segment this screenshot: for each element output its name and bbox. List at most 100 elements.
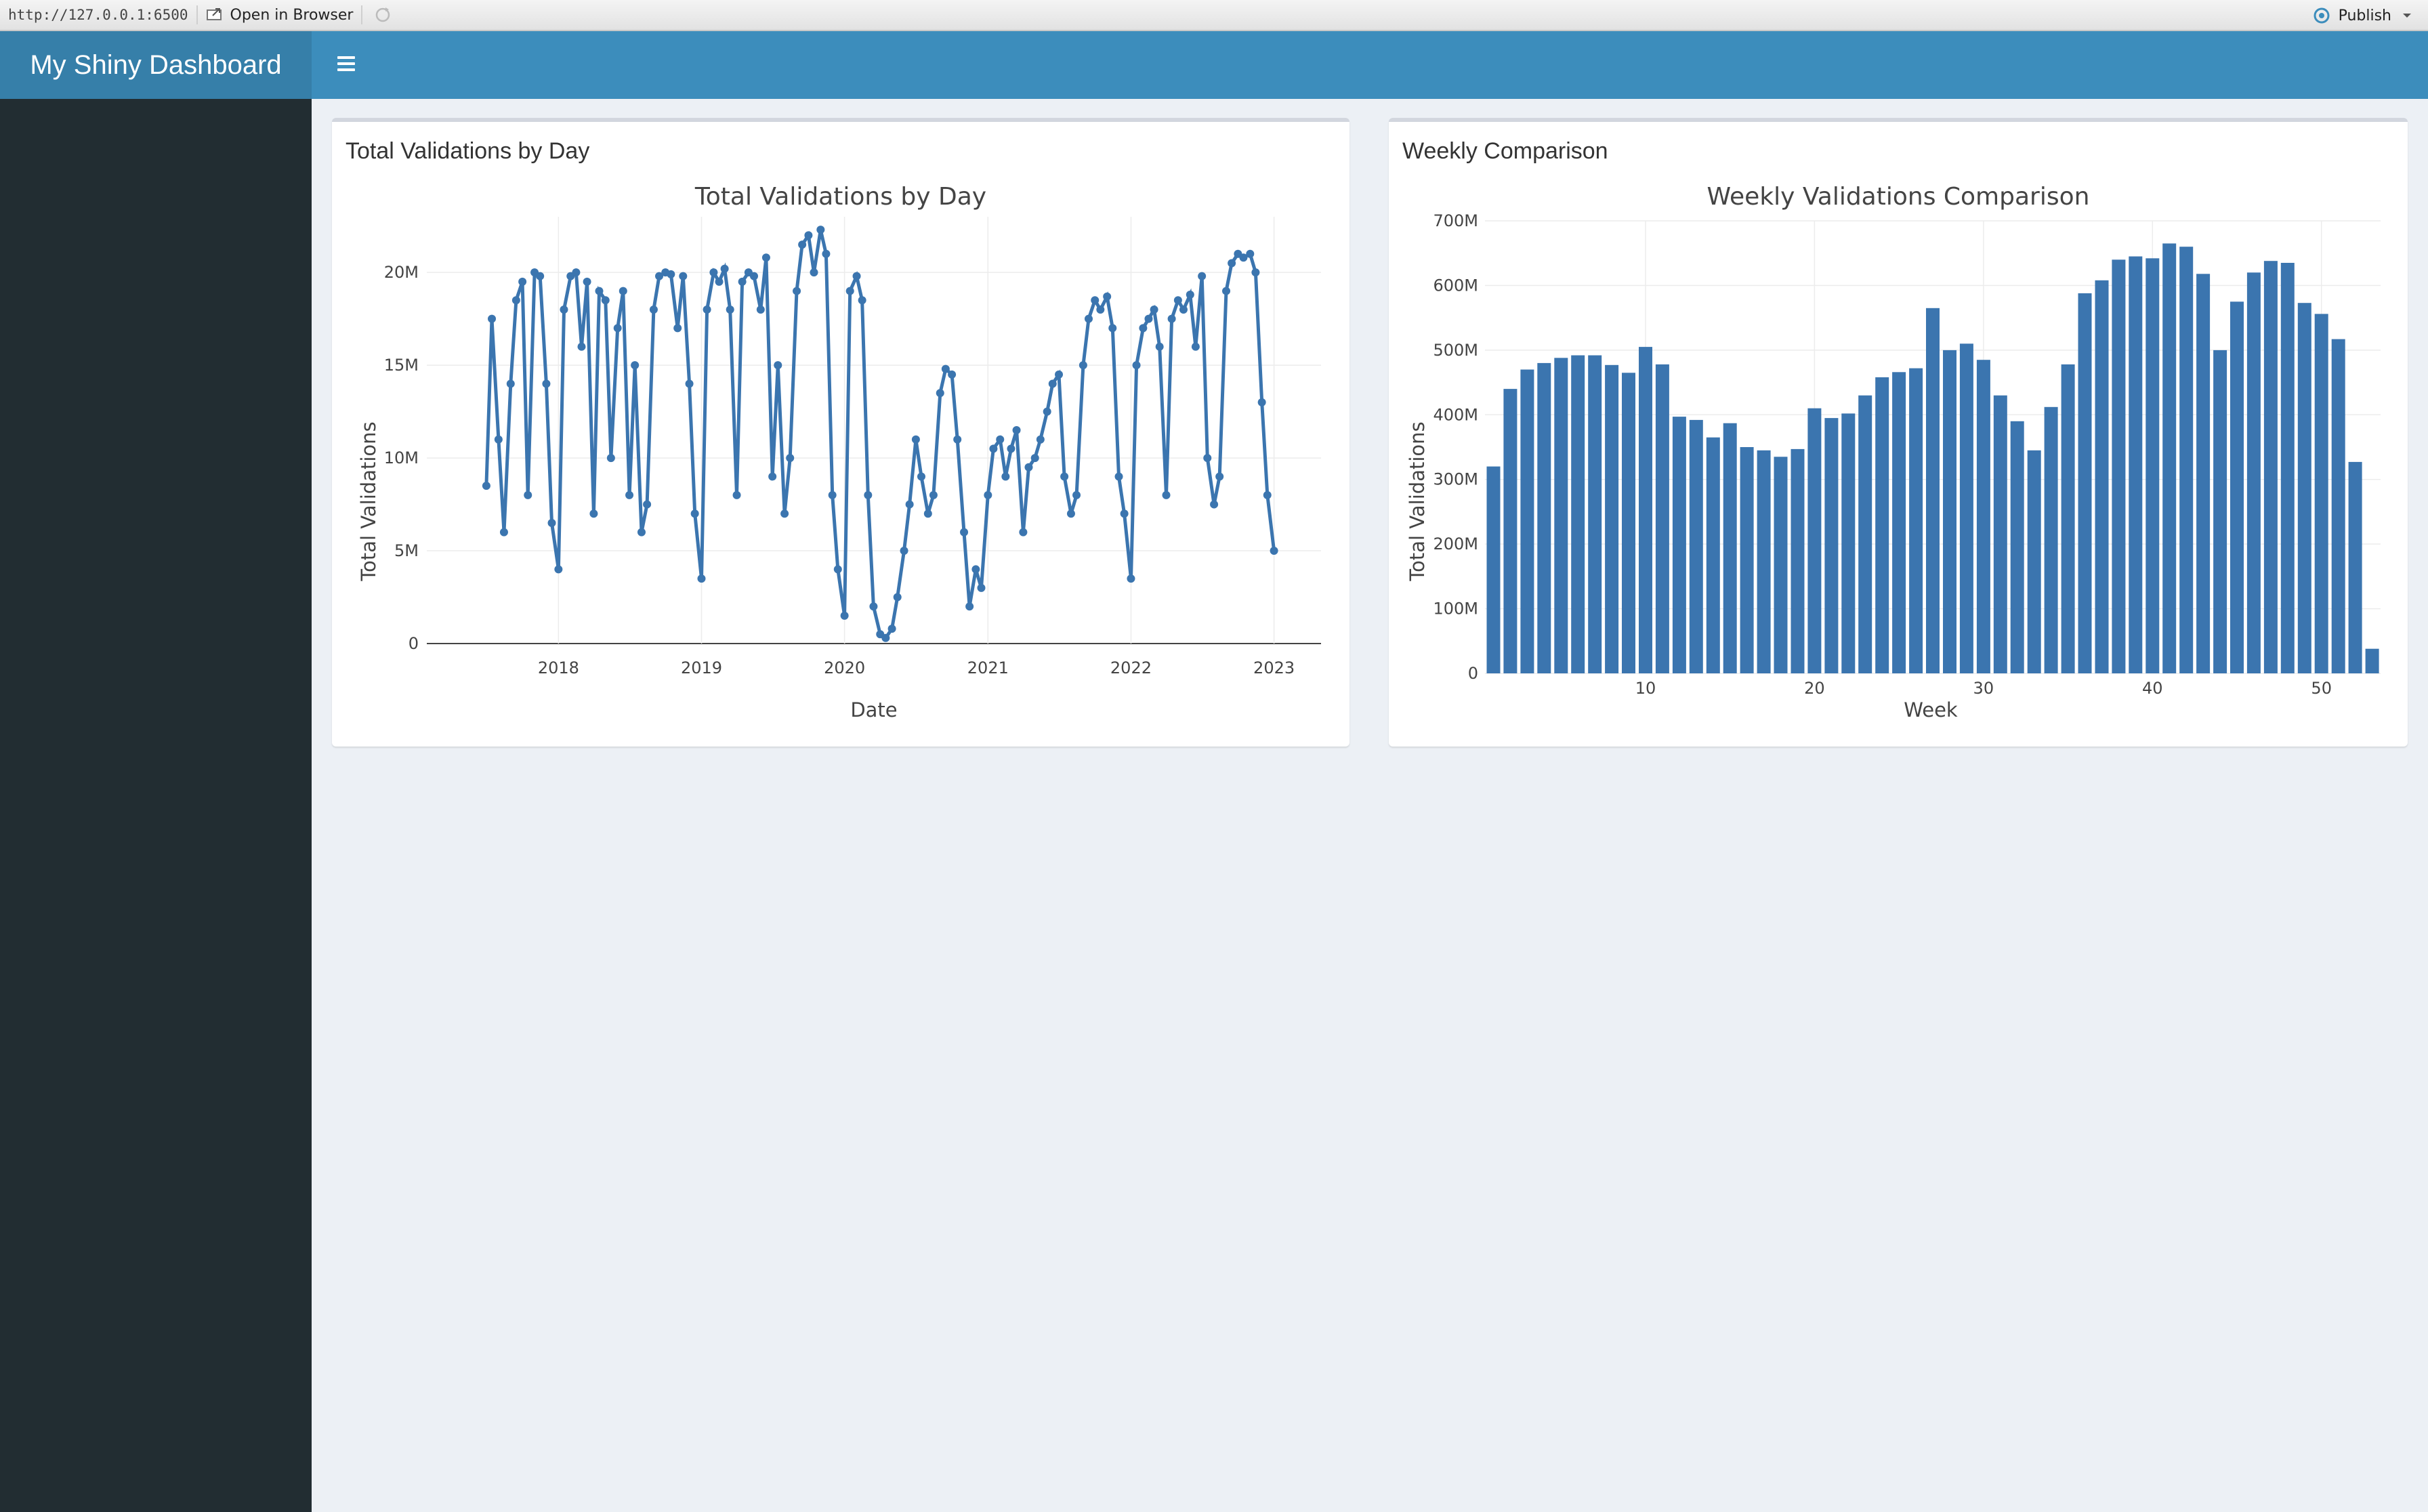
data-point[interactable] <box>1007 444 1016 453</box>
data-point[interactable] <box>726 305 734 314</box>
data-point[interactable] <box>798 240 807 249</box>
bar[interactable] <box>1774 457 1788 673</box>
data-point[interactable] <box>948 370 957 379</box>
bar[interactable] <box>1588 355 1602 674</box>
data-point[interactable] <box>1036 435 1045 444</box>
data-point[interactable] <box>1072 490 1081 499</box>
bar[interactable] <box>2010 421 2024 673</box>
data-point[interactable] <box>673 324 682 333</box>
data-point[interactable] <box>804 231 813 240</box>
data-point[interactable] <box>761 253 770 262</box>
data-point[interactable] <box>643 500 652 509</box>
data-point[interactable] <box>1257 398 1266 406</box>
data-point[interactable] <box>1079 361 1087 370</box>
data-point[interactable] <box>1186 291 1194 299</box>
data-point[interactable] <box>1215 472 1224 481</box>
data-point[interactable] <box>941 364 950 373</box>
data-point[interactable] <box>506 379 515 388</box>
bar[interactable] <box>1892 372 1906 673</box>
bar[interactable] <box>2044 406 2058 673</box>
data-point[interactable] <box>816 226 825 234</box>
bar[interactable] <box>1672 417 1686 673</box>
data-point[interactable] <box>1084 314 1093 323</box>
data-point[interactable] <box>649 305 658 314</box>
data-point[interactable] <box>1108 324 1117 333</box>
data-point[interactable] <box>840 611 849 620</box>
data-point[interactable] <box>852 272 861 280</box>
data-point[interactable] <box>1263 490 1272 499</box>
data-point[interactable] <box>488 314 497 323</box>
bar[interactable] <box>1959 343 1973 673</box>
data-point[interactable] <box>768 472 777 481</box>
data-point[interactable] <box>720 264 729 273</box>
data-point[interactable] <box>667 270 675 278</box>
data-point[interactable] <box>1150 305 1158 314</box>
data-point[interactable] <box>1139 324 1148 333</box>
bar[interactable] <box>1689 419 1703 673</box>
data-point[interactable] <box>572 268 581 277</box>
data-point[interactable] <box>929 490 938 499</box>
data-point[interactable] <box>560 305 568 314</box>
data-point[interactable] <box>589 509 598 518</box>
data-point[interactable] <box>1055 370 1064 379</box>
bar[interactable] <box>1571 355 1585 674</box>
bar[interactable] <box>2297 303 2311 673</box>
bar[interactable] <box>1875 377 1889 673</box>
data-point[interactable] <box>595 287 604 295</box>
data-point[interactable] <box>965 602 974 611</box>
data-point[interactable] <box>1048 379 1057 388</box>
data-point[interactable] <box>1155 342 1164 351</box>
bar[interactable] <box>1520 369 1534 674</box>
data-point[interactable] <box>494 435 503 444</box>
data-point[interactable] <box>749 272 758 280</box>
data-point[interactable] <box>1167 314 1176 323</box>
data-point[interactable] <box>1191 342 1200 351</box>
bar[interactable] <box>2196 274 2211 673</box>
data-point[interactable] <box>900 547 908 555</box>
data-point[interactable] <box>893 593 902 602</box>
data-point[interactable] <box>756 305 765 314</box>
publish-button[interactable]: Publish <box>2311 0 2412 31</box>
data-point[interactable] <box>606 454 615 463</box>
data-point[interactable] <box>1060 472 1069 481</box>
viewer-url[interactable]: http://127.0.0.1:6500 <box>8 7 188 23</box>
data-point[interactable] <box>971 565 980 574</box>
data-point[interactable] <box>864 490 873 499</box>
data-point[interactable] <box>774 361 782 370</box>
data-point[interactable] <box>936 389 944 398</box>
bar[interactable] <box>1791 448 1805 673</box>
data-point[interactable] <box>1210 500 1219 509</box>
bar[interactable] <box>1824 418 1839 673</box>
bar[interactable] <box>2280 263 2295 673</box>
data-point[interactable] <box>1198 272 1207 280</box>
bar[interactable] <box>1605 364 1619 673</box>
data-point[interactable] <box>869 602 878 611</box>
data-point[interactable] <box>1096 305 1105 314</box>
data-point[interactable] <box>1103 292 1112 301</box>
data-point[interactable] <box>619 287 627 295</box>
data-point[interactable] <box>793 287 801 295</box>
bar[interactable] <box>2365 648 2379 673</box>
data-point[interactable] <box>780 509 789 518</box>
bar[interactable] <box>2230 301 2244 673</box>
data-point[interactable] <box>1001 472 1010 481</box>
data-point[interactable] <box>905 500 914 509</box>
bar[interactable] <box>2179 247 2194 673</box>
bar[interactable] <box>1622 373 1635 673</box>
data-point[interactable] <box>953 435 962 444</box>
data-point[interactable] <box>923 509 932 518</box>
data-point[interactable] <box>1114 472 1123 481</box>
bar[interactable] <box>2095 280 2109 673</box>
data-point[interactable] <box>786 454 795 463</box>
data-point[interactable] <box>583 277 591 286</box>
data-point[interactable] <box>738 277 747 286</box>
bar[interactable] <box>2348 461 2362 673</box>
bar[interactable] <box>1706 437 1720 673</box>
bar[interactable] <box>1537 362 1551 673</box>
data-point[interactable] <box>1228 259 1236 268</box>
sidebar-toggle-button[interactable] <box>331 53 362 80</box>
bar[interactable] <box>2027 450 2041 673</box>
data-point[interactable] <box>1120 509 1129 518</box>
data-point[interactable] <box>732 490 741 499</box>
data-point[interactable] <box>554 565 563 574</box>
